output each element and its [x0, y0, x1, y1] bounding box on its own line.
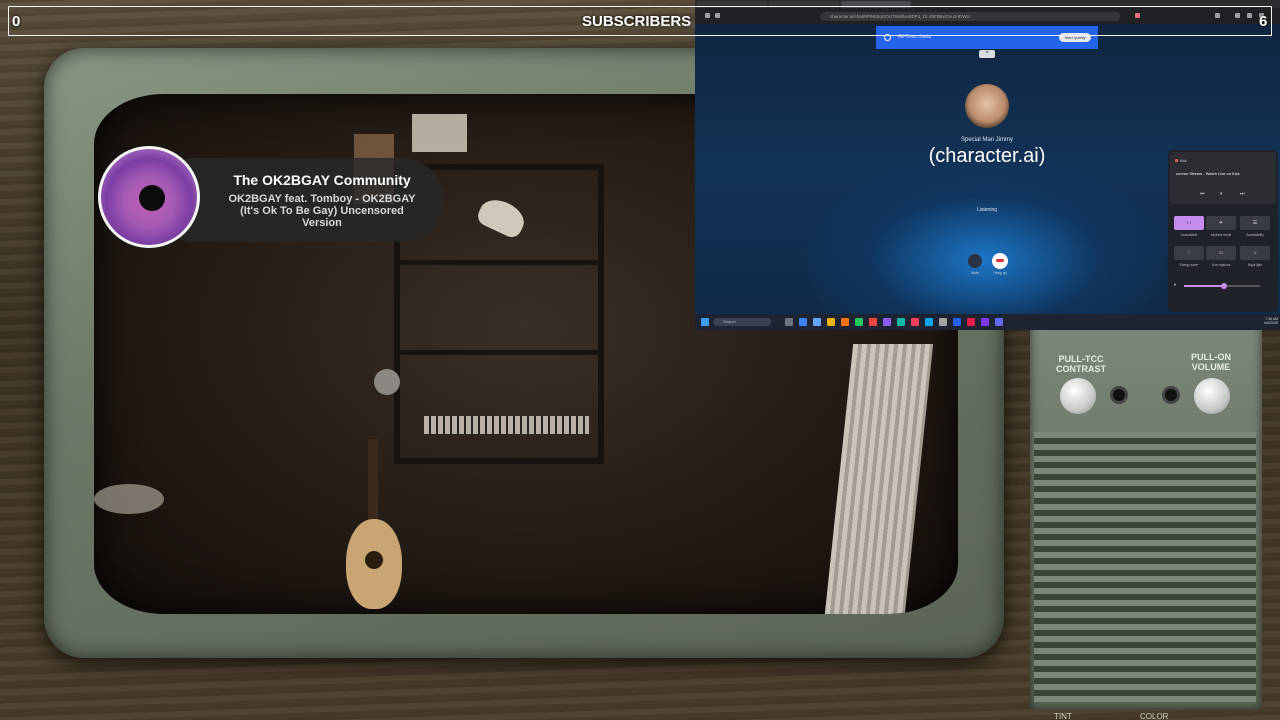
desktop-capture: character.ai/chat/8PIN52qOOUTWdrbs4IDP4_…: [695, 0, 1280, 330]
stream-scene: PULL-TCC CONTRAST PULL-ON VOLUME TINT CO…: [0, 0, 1280, 720]
taskbar-app-icon[interactable]: [897, 318, 905, 326]
quick-settings-panel: Kick connor Stream - Watch Live on Kick …: [1168, 150, 1278, 312]
taskbar-app-icon[interactable]: [841, 318, 849, 326]
speaker-icon: 🔈︎: [1174, 282, 1178, 288]
background-glow: [805, 160, 1165, 330]
shirt-shape: [824, 344, 934, 614]
character-name: Special Man Jimmy: [960, 137, 1013, 143]
keyboard-shape: [424, 416, 589, 434]
microphone-shape: [374, 369, 400, 395]
character-avatar: [965, 84, 1009, 128]
start-icon[interactable]: [701, 318, 709, 326]
taskbar-app-icon[interactable]: [925, 318, 933, 326]
tile-label: Airplane mode: [1210, 233, 1232, 237]
color-label: COLOR: [1140, 712, 1169, 720]
guitar-shape: [332, 439, 412, 609]
app-icon: [1175, 159, 1178, 162]
hang-up-button[interactable]: [992, 253, 1008, 269]
mute-button[interactable]: [968, 254, 982, 268]
taskbar-app-icon[interactable]: [869, 318, 877, 326]
tile-label: Night light: [1247, 263, 1263, 267]
taskbar-app-icon[interactable]: [813, 318, 821, 326]
taskbar-app-icon[interactable]: [995, 318, 1003, 326]
collapse-button[interactable]: ^: [979, 50, 995, 58]
table-shape: [94, 484, 164, 514]
taskbar-app-icon[interactable]: [967, 318, 975, 326]
pause-icon[interactable]: ⏸: [1220, 191, 1223, 197]
indicator-dot: [1162, 386, 1180, 404]
captions-icon[interactable]: ▭: [1206, 246, 1236, 260]
tile-label: Live captions: [1211, 263, 1231, 267]
media-title: connor Stream - Watch Live on Kick: [1176, 171, 1240, 176]
subscribers-label: SUBSCRIBERS: [582, 13, 692, 30]
tint-label: TINT: [1054, 712, 1072, 720]
next-icon[interactable]: ⏭: [1240, 191, 1245, 197]
previous-icon[interactable]: ⏮: [1200, 191, 1205, 197]
media-app-name: Kick: [1180, 159, 1187, 163]
speaker-grille: [1034, 432, 1256, 702]
volume-label: PULL-ON VOLUME: [1191, 352, 1231, 372]
taskbar-app-icon[interactable]: [799, 318, 807, 326]
taskbar-app-icon[interactable]: [953, 318, 961, 326]
now-playing-title: The OK2BGAY Community: [233, 172, 411, 188]
airplane-icon[interactable]: ✈: [1206, 216, 1236, 230]
taskbar-app-icon[interactable]: [939, 318, 947, 326]
accessibility-icon[interactable]: ☰: [1240, 216, 1270, 230]
subscriber-goal: 6: [1259, 13, 1268, 30]
contrast-knob[interactable]: [1060, 378, 1096, 414]
media-controls: Kick connor Stream - Watch Live on Kick …: [1170, 152, 1276, 204]
volume-thumb[interactable]: [1220, 283, 1227, 289]
brand-title: (character.ai): [928, 145, 1046, 167]
volume-slider[interactable]: [1184, 283, 1260, 289]
call-status: Listening: [976, 207, 997, 213]
taskbar-app-icon[interactable]: [911, 318, 919, 326]
night-light-icon[interactable]: ☼: [1240, 246, 1270, 260]
album-art: [98, 146, 200, 248]
volume-fill: [1184, 285, 1224, 287]
clock-date: 6/4/2025: [1264, 321, 1278, 325]
taskbar-search[interactable]: Search: [713, 318, 771, 326]
volume-knob[interactable]: [1194, 378, 1230, 414]
taskbar-app-icon[interactable]: [883, 318, 891, 326]
now-playing-track: OK2BGAY feat. Tomboy - OK2BGAY (It's Ok …: [228, 193, 416, 229]
taskbar-app-icon[interactable]: [855, 318, 863, 326]
tile-label: Unavailable: [1180, 233, 1198, 237]
quick-tile[interactable]: ‹ ›: [1174, 216, 1204, 230]
taskbar-app-icon[interactable]: [827, 318, 835, 326]
subscriber-count-current: 0: [12, 13, 21, 30]
tray-clock[interactable]: 7:36 AM 6/4/2025: [1256, 317, 1278, 325]
now-playing-card: The OK2BGAY Community OK2BGAY feat. Tomb…: [92, 146, 444, 248]
taskbar: Search 7:36 AM 6/4/2025: [695, 314, 1280, 330]
taskbar-app-icon[interactable]: [785, 318, 793, 326]
taskbar-app-icon[interactable]: [981, 318, 989, 326]
tile-label: Accessibility: [1246, 233, 1264, 237]
tile-label: Energy saver: [1179, 263, 1199, 267]
hang-up-label: Hang up: [993, 271, 1007, 275]
contrast-label: PULL-TCC CONTRAST: [1056, 354, 1106, 374]
indicator-dot: [1110, 386, 1128, 404]
energy-saver-icon[interactable]: ♡: [1174, 246, 1204, 260]
